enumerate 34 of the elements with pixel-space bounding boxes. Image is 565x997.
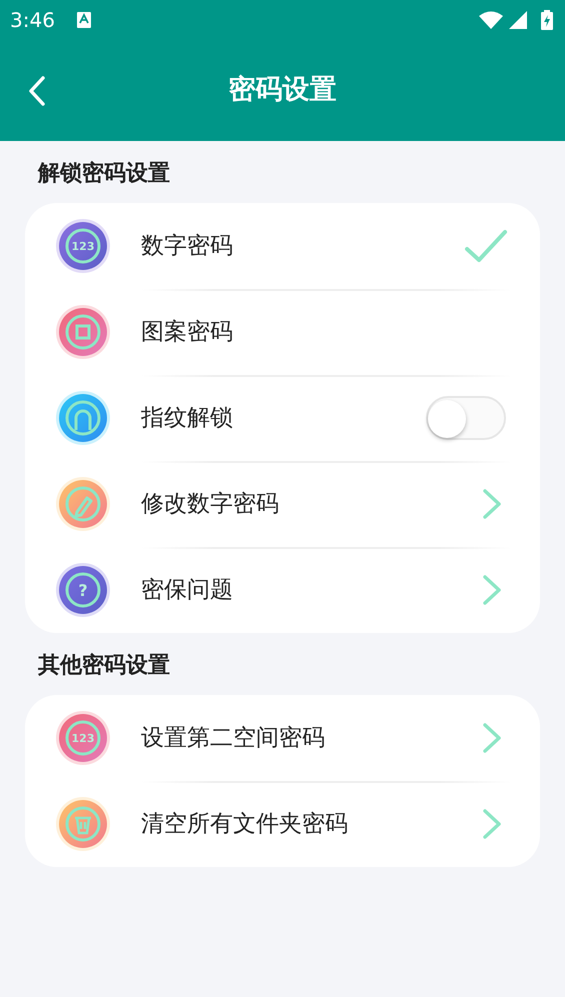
page-title: 密码设置	[228, 73, 336, 108]
number-icon: 123	[55, 710, 111, 766]
setting-row[interactable]: ? 密保问题	[55, 547, 512, 633]
setting-row[interactable]: 123 设置第二空间密码	[55, 695, 512, 781]
back-icon[interactable]	[28, 76, 46, 106]
setting-row[interactable]: 图案密码	[55, 289, 512, 375]
pencil-icon	[55, 476, 111, 532]
question-icon: ?	[55, 562, 111, 618]
number-icon: 123	[55, 218, 111, 274]
setting-label: 修改数字密码	[141, 490, 280, 519]
setting-row[interactable]: 修改数字密码	[55, 461, 512, 547]
setting-label: 图案密码	[141, 318, 234, 347]
wifi-icon	[479, 11, 503, 29]
setting-label: 设置第二空间密码	[141, 724, 326, 753]
section-title: 其他密码设置	[37, 652, 171, 680]
setting-label: 清空所有文件夹密码	[141, 810, 349, 839]
status-time: 3:46	[10, 7, 55, 34]
battery-icon	[541, 10, 553, 30]
chevron-right-icon	[482, 574, 502, 606]
chevron-right-icon	[482, 488, 502, 520]
setting-row[interactable]: 123 数字密码	[55, 203, 512, 289]
setting-label: 指纹解锁	[141, 404, 234, 433]
setting-row[interactable]: 指纹解锁	[55, 375, 512, 461]
trash-icon	[55, 796, 111, 852]
toggle-switch[interactable]	[426, 396, 506, 440]
setting-label: 密保问题	[141, 576, 234, 605]
setting-row[interactable]: 清空所有文件夹密码	[55, 781, 512, 867]
setting-label: 数字密码	[141, 232, 234, 261]
keyboard-icon	[76, 12, 91, 28]
chevron-right-icon	[482, 722, 502, 754]
section-title: 解锁密码设置	[36, 160, 171, 188]
arch-icon	[55, 390, 111, 446]
signal-icon	[509, 11, 527, 29]
chevron-right-icon	[482, 808, 502, 840]
